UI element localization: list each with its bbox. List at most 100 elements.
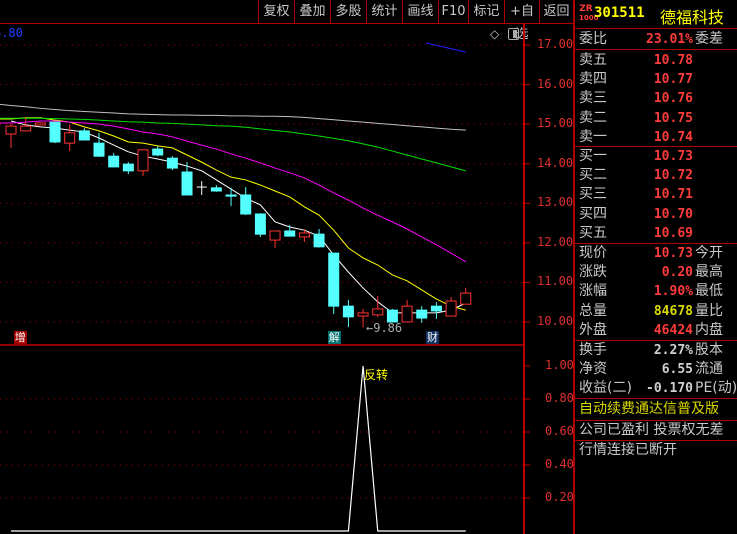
candle [313, 229, 325, 248]
zr-logo: ZR 1000 [579, 4, 599, 23]
candle [152, 145, 164, 157]
bid-row: 买一 10.73 [577, 147, 737, 166]
stat-row-label: 涨跌 [579, 264, 607, 281]
candle [401, 299, 413, 323]
bid-row: 买四 10.70 [577, 205, 737, 224]
stat-row-label2: 量比 [695, 302, 723, 319]
ask-row: 卖三 10.76 [577, 89, 737, 108]
fin-row-value: -0.170 [646, 381, 693, 397]
stat-row: 涨幅 1.90% 最低 [577, 282, 737, 301]
stat-row-value: 46424 [653, 322, 693, 338]
stat-row-label: 总量 [579, 302, 607, 319]
candle [64, 124, 76, 152]
stat-row-label: 外盘 [579, 321, 607, 338]
stat-row-value: 84678 [653, 303, 693, 319]
low-price-value: 9.86 [373, 321, 403, 335]
indicator-axis-label: 0.40 [545, 457, 574, 471]
candle [254, 213, 266, 237]
stat-row-label: 现价 [579, 245, 607, 261]
event-marker[interactable]: 财 [426, 331, 440, 344]
ask-row-label: 卖四 [579, 71, 607, 88]
fin-row-label2: 流通 [695, 361, 723, 378]
bid-row-label: 买四 [579, 205, 607, 222]
profit-notice: 公司已盈利 投票权无差 [579, 422, 724, 438]
bid-row-label: 买一 [579, 148, 607, 164]
fin-row-label2: PE(动) [695, 380, 737, 397]
ask-row-label: 卖五 [579, 52, 607, 68]
candle [416, 306, 428, 323]
bid-row-value: 10.71 [653, 187, 693, 203]
indicator-axis-label: 0.80 [545, 391, 574, 405]
ask-row-value: 10.75 [653, 110, 693, 126]
price-axis-label: 12.00 [537, 234, 574, 249]
candle [269, 230, 281, 248]
fin-row-label: 净资 [579, 361, 607, 378]
fin-row-value: 6.55 [661, 362, 693, 378]
candle [108, 153, 120, 168]
indicator-axis-label: 0.60 [545, 424, 574, 438]
ask-row-value: 10.76 [653, 91, 693, 107]
candle [460, 287, 472, 305]
candle [298, 229, 310, 243]
indicator-axis-label: 1.00 [545, 358, 574, 372]
price-axis-label: 15.00 [537, 116, 574, 131]
candle [137, 149, 149, 176]
stat-row-label2: 最低 [695, 283, 723, 300]
candle [210, 185, 222, 192]
price-axis-label: 13.00 [537, 195, 574, 210]
weibi-row: 委比 23.01% 委差 [577, 30, 737, 49]
ask-row: 卖二 10.75 [577, 109, 737, 128]
diamond-icon[interactable]: ◇ [490, 27, 499, 41]
low-price-annotation: ←9.86 [366, 321, 403, 335]
stat-row: 涨跌 0.20 最高 [577, 263, 737, 282]
candle [342, 299, 354, 328]
bid-row-label: 买五 [579, 224, 607, 241]
candle [328, 252, 340, 315]
ask-row-label: 卖二 [579, 109, 607, 126]
event-marker[interactable]: 增 [13, 331, 27, 344]
reversal-signal-line [11, 365, 466, 532]
candle [122, 162, 134, 174]
connection-status: 行情连接已断开 [579, 442, 677, 458]
stat-row: 现价 10.73 今开 [577, 244, 737, 263]
candle [5, 124, 17, 148]
reversal-signal-label: 反转 [364, 368, 389, 382]
stock-code: 301511 [594, 5, 645, 21]
event-marker[interactable]: 解 [327, 331, 341, 344]
candle [430, 302, 442, 319]
renewal-notice[interactable]: 自动续费通达信普及版 [577, 400, 737, 419]
stat-row-label2: 内盘 [695, 321, 723, 338]
bid-row: 买三 10.71 [577, 185, 737, 204]
candle [49, 121, 61, 144]
stat-row: 外盘 46424 内盘 [577, 321, 737, 340]
candle [78, 128, 90, 141]
stat-row-label2: 今开 [695, 245, 723, 261]
panel-toggle-icon[interactable] [508, 28, 519, 40]
kline-chart[interactable] [0, 0, 573, 534]
ask-row-value: 10.74 [653, 129, 693, 145]
fin-row-label: 换手 [579, 342, 607, 358]
candle [166, 156, 178, 171]
stat-row-value: 0.20 [661, 265, 693, 281]
ma-line-ma250 [426, 42, 466, 53]
price-axis-label: 14.00 [537, 155, 574, 170]
candle [445, 297, 457, 317]
bid-row-label: 买三 [579, 186, 607, 203]
bid-row-value: 10.72 [653, 168, 693, 184]
ask-row-label: 卖一 [579, 128, 607, 145]
stat-row-label: 涨幅 [579, 283, 607, 300]
fin-row: 收益(二) -0.170 PE(动) [577, 379, 737, 398]
bid-row: 买五 10.69 [577, 224, 737, 243]
price-axis-label: 11.00 [537, 274, 574, 289]
price-axis-label: 17.00 [537, 37, 574, 51]
fin-row-label: 收益(二) [579, 380, 632, 397]
candle [196, 181, 207, 195]
weibi-row-label2: 委差 [695, 31, 723, 47]
price-axis-label: 16.00 [537, 76, 574, 91]
bid-row-value: 10.70 [653, 206, 693, 222]
price-axis-label: 10.00 [537, 313, 574, 328]
bid-row-value: 10.73 [653, 149, 693, 164]
candle [284, 225, 296, 237]
divider [575, 398, 737, 399]
ask-row-value: 10.78 [653, 53, 693, 68]
